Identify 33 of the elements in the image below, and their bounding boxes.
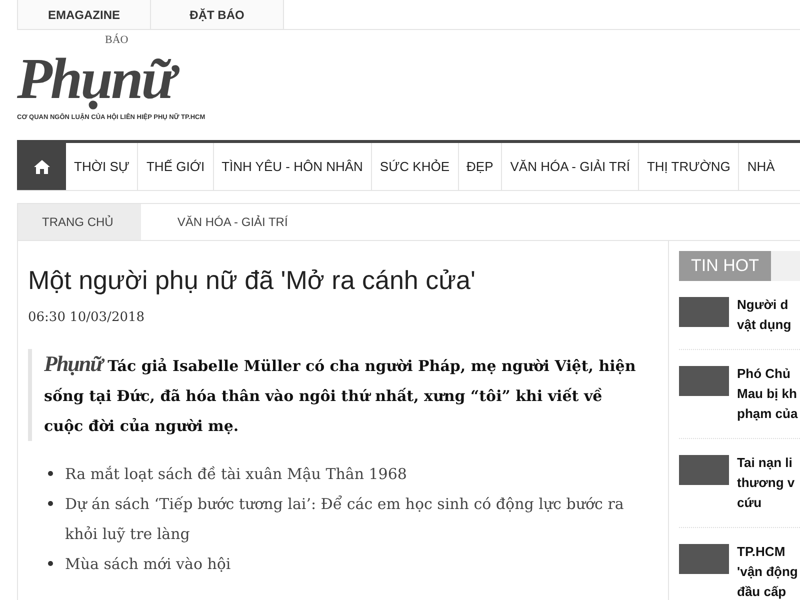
nav-tab[interactable]: THẾ GIỚI (138, 143, 214, 190)
bullet-icon (48, 471, 53, 476)
article-summary: Phụnữ Tác giả Isabelle Müller có cha người Pháp, mẹ người Việt, hiện sống tại Đức, đã hóa thân vào ngôi thứ nhất, xưng “tôi” khi viết về cuộc đời của người mẹ. (44, 350, 637, 437)
article-title: Một người phụ nữ đã 'Mở ra cánh cửa' (28, 265, 476, 296)
news-link[interactable]: Phó Chủ Mau bị kh phạm của (737, 364, 798, 424)
news-link[interactable]: Người d vật dụng (737, 295, 792, 335)
section-heading: TIN HOT (679, 251, 771, 281)
bullet-icon (48, 501, 53, 506)
photo-placeholder[interactable] (679, 297, 729, 327)
photo-placeholder[interactable] (679, 366, 729, 396)
home-icon (32, 158, 50, 174)
news-link[interactable]: TP.HCM 'vận động đầu cấp (737, 542, 798, 600)
article-time: 06:30 10/03/2018 (28, 310, 146, 325)
logo-small-text: BÁO (105, 34, 130, 46)
nav-tab[interactable]: NHÀ (739, 143, 779, 190)
nav-tab[interactable]: THỊ TRƯỜNG (638, 143, 740, 190)
photo-placeholder[interactable] (679, 455, 729, 485)
nav-tab[interactable]: TÌNH YÊU - HÔN NHÂN (214, 143, 372, 190)
related-article-link[interactable]: Dự án sách ‘Tiếp bước tương lai’: Để các em học sinh có động lực bước ra khỏi luỹ tre làng (65, 489, 638, 549)
top-link[interactable]: ĐẶT BÁO (150, 0, 284, 29)
home-button[interactable] (17, 143, 66, 190)
related-article-link[interactable]: Ra mắt loạt sách đề tài xuân Mậu Thân 1968 (65, 459, 407, 489)
news-link[interactable]: Tai nạn li thương v cứu (737, 453, 795, 513)
nav-tab[interactable]: THỜI SỰ (66, 143, 138, 190)
top-link[interactable]: EMAGAZINE (17, 0, 150, 29)
related-article-link[interactable]: Mùa sách mới vào hội (65, 549, 231, 579)
nav-tab[interactable]: SỨC KHỎE (372, 143, 459, 190)
nav-tab[interactable]: VĂN HÓA - GIẢI TRÍ (502, 143, 639, 190)
logo-wordmark[interactable]: Phụnữ (17, 46, 182, 112)
bullet-icon (48, 561, 53, 566)
nav-tab[interactable]: ĐẸP (458, 143, 502, 190)
photo-placeholder[interactable] (679, 544, 729, 574)
breadcrumb-link[interactable]: TRANG CHỦ (18, 204, 142, 240)
